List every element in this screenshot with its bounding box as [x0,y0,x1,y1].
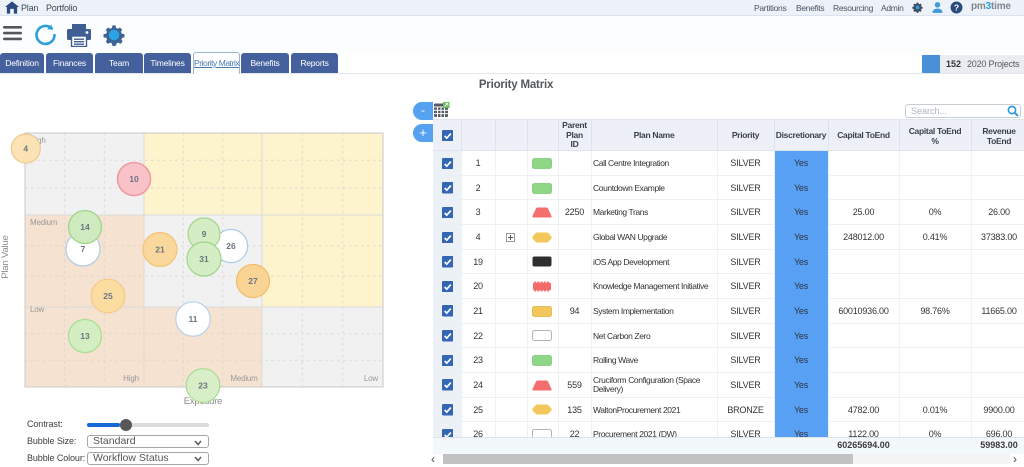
svg-text:31: 31 [199,254,209,264]
svg-text:Low: Low [30,305,44,314]
svg-text:10: 10 [129,174,139,184]
svg-text:9: 9 [202,229,207,239]
svg-text:21: 21 [155,245,165,255]
svg-text:Low: Low [364,374,378,383]
svg-text:Medium: Medium [30,218,58,227]
svg-text:26: 26 [226,241,236,251]
svg-text:13: 13 [80,331,90,341]
svg-text:27: 27 [248,276,258,286]
svg-text:14: 14 [80,222,90,232]
svg-text:23: 23 [198,381,208,391]
svg-text:7: 7 [81,244,86,254]
svg-text:High: High [123,374,139,383]
svg-text:Plan Value: Plan Value [0,235,11,278]
svg-text:25: 25 [103,291,113,301]
svg-text:11: 11 [189,314,198,324]
svg-text:?: ? [954,2,959,12]
svg-text:Medium: Medium [230,374,258,383]
svg-text:4: 4 [23,144,28,154]
